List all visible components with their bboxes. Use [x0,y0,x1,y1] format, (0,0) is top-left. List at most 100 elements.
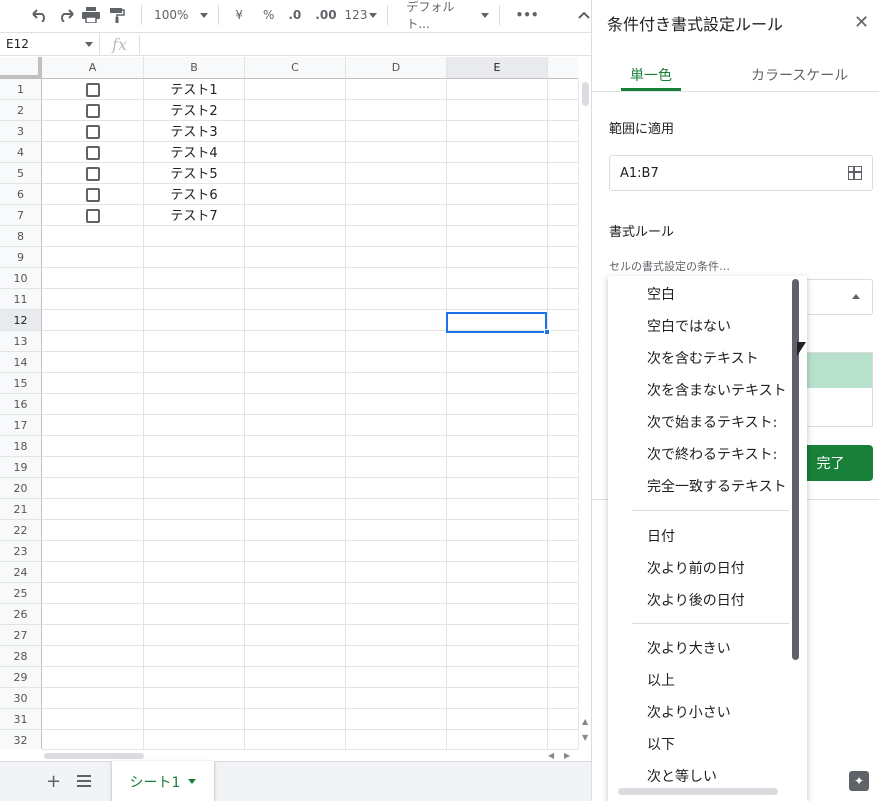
row-header[interactable]: 15 [0,373,42,394]
redo-icon[interactable] [56,3,76,27]
menu-item-text-starts-with[interactable]: 次で始まるテキスト: [647,412,777,432]
cell-b4[interactable]: テスト4 [144,143,244,164]
row-header[interactable]: 10 [0,268,42,289]
close-icon[interactable]: ✕ [854,12,869,33]
menu-item-date-after[interactable]: 次より後の日付 [647,590,745,610]
cell-checkbox[interactable] [86,167,100,181]
more-options-button[interactable]: ••• [516,3,539,27]
column-header-b[interactable]: B [144,57,245,79]
row-header[interactable]: 3 [0,121,42,142]
row-header[interactable]: 14 [0,352,42,373]
row-header[interactable]: 17 [0,415,42,436]
row-header[interactable]: 8 [0,226,42,247]
dropdown-vertical-scroll-thumb[interactable] [792,279,799,660]
row-header[interactable]: 32 [0,730,42,749]
select-range-icon[interactable] [848,166,862,180]
add-sheet-icon[interactable]: + [46,771,61,792]
undo-icon[interactable] [30,3,50,27]
row-header[interactable]: 25 [0,583,42,604]
row-header[interactable]: 9 [0,247,42,268]
row-header[interactable]: 28 [0,646,42,667]
select-all-corner[interactable] [0,57,42,79]
percent-format-button[interactable]: % [263,3,274,27]
cell-checkbox[interactable] [86,146,100,160]
range-input[interactable]: A1:B7 [609,155,873,191]
row-header[interactable]: 27 [0,625,42,646]
dropdown-horizontal-scroll-thumb[interactable] [618,788,778,795]
cell-b7[interactable]: テスト7 [144,206,244,227]
menu-item-less-or-equal[interactable]: 以下 [647,734,675,754]
horizontal-scroll-thumb[interactable] [44,753,144,759]
column-header-d[interactable]: D [346,57,447,79]
menu-item-less-than[interactable]: 次より小さい [647,702,731,722]
column-header-a[interactable]: A [42,57,144,79]
row-header[interactable]: 30 [0,688,42,709]
sheet-grid[interactable]: A B C D E 1 2 3 4 5 6 7 8 9 10 11 12 13 … [0,57,578,749]
menu-item-text-not-contains[interactable]: 次を含まないテキスト [647,380,787,400]
cell-checkbox[interactable] [86,104,100,118]
row-header[interactable]: 22 [0,520,42,541]
row-header[interactable]: 13 [0,331,42,352]
row-header[interactable]: 16 [0,394,42,415]
row-header[interactable]: 5 [0,163,42,184]
column-header-e[interactable]: E [447,57,548,79]
menu-item-not-empty[interactable]: 空白ではない [647,316,731,336]
menu-item-empty[interactable]: 空白 [647,284,675,304]
scroll-up-arrow-icon[interactable]: ▲ [582,717,588,726]
menu-item-equal-to[interactable]: 次と等しい [647,766,717,786]
row-header[interactable]: 19 [0,457,42,478]
cell-b3[interactable]: テスト3 [144,122,244,143]
all-sheets-icon[interactable] [77,775,91,787]
decrease-decimal-button[interactable]: .0 [288,3,301,27]
cell-checkbox[interactable] [86,209,100,223]
row-header[interactable]: 26 [0,604,42,625]
row-header[interactable]: 12 [0,310,42,331]
menu-item-greater-or-equal[interactable]: 以上 [647,670,675,690]
menu-item-date-is[interactable]: 日付 [647,526,675,546]
cell-checkbox[interactable] [86,83,100,97]
zoom-select[interactable]: 100% [154,3,209,27]
scroll-right-arrow-icon[interactable]: ▶ [564,751,570,760]
row-header[interactable]: 20 [0,478,42,499]
row-header[interactable]: 23 [0,541,42,562]
menu-item-greater-than[interactable]: 次より大きい [647,638,731,658]
vertical-scrollbar[interactable]: ▲ ▼ [578,79,591,749]
row-header[interactable]: 21 [0,499,42,520]
paint-format-icon[interactable] [107,3,127,27]
formula-input[interactable] [140,33,591,55]
tab-single-color[interactable]: 単一色 [630,65,672,85]
selected-cell-e12[interactable] [446,312,547,333]
fill-handle[interactable] [544,329,550,335]
row-header[interactable]: 11 [0,289,42,310]
font-select[interactable]: デフォルト... [406,0,489,31]
row-header[interactable]: 7 [0,205,42,226]
row-header[interactable]: 4 [0,142,42,163]
cell-checkbox[interactable] [86,188,100,202]
more-formats-button[interactable]: 123 [345,3,378,27]
explore-icon[interactable]: ✦ [849,771,869,791]
row-header[interactable]: 1 [0,79,42,100]
cell-checkbox[interactable] [86,125,100,139]
scroll-down-arrow-icon[interactable]: ▼ [582,733,588,742]
collapse-toolbar-icon[interactable] [577,3,591,27]
vertical-scroll-thumb[interactable] [582,82,589,106]
row-header[interactable]: 29 [0,667,42,688]
cell-b1[interactable]: テスト1 [144,80,244,101]
sheet-tab-active[interactable]: シート1 [112,761,214,801]
menu-item-date-before[interactable]: 次より前の日付 [647,558,745,578]
currency-format-button[interactable]: ¥ [235,3,243,27]
row-header[interactable]: 6 [0,184,42,205]
tab-color-scale[interactable]: カラースケール [751,65,848,85]
menu-item-text-exactly[interactable]: 完全一致するテキスト [647,476,787,496]
cell-b5[interactable]: テスト5 [144,164,244,185]
column-header-f[interactable] [548,57,578,79]
row-header[interactable]: 31 [0,709,42,730]
horizontal-scrollbar[interactable]: ◀ ▶ [42,749,578,761]
name-box[interactable]: E12 [0,33,100,55]
cell-b6[interactable]: テスト6 [144,185,244,206]
column-header-c[interactable]: C [245,57,346,79]
cell-b2[interactable]: テスト2 [144,101,244,122]
row-header[interactable]: 2 [0,100,42,121]
row-header[interactable]: 24 [0,562,42,583]
print-icon[interactable] [82,3,102,27]
